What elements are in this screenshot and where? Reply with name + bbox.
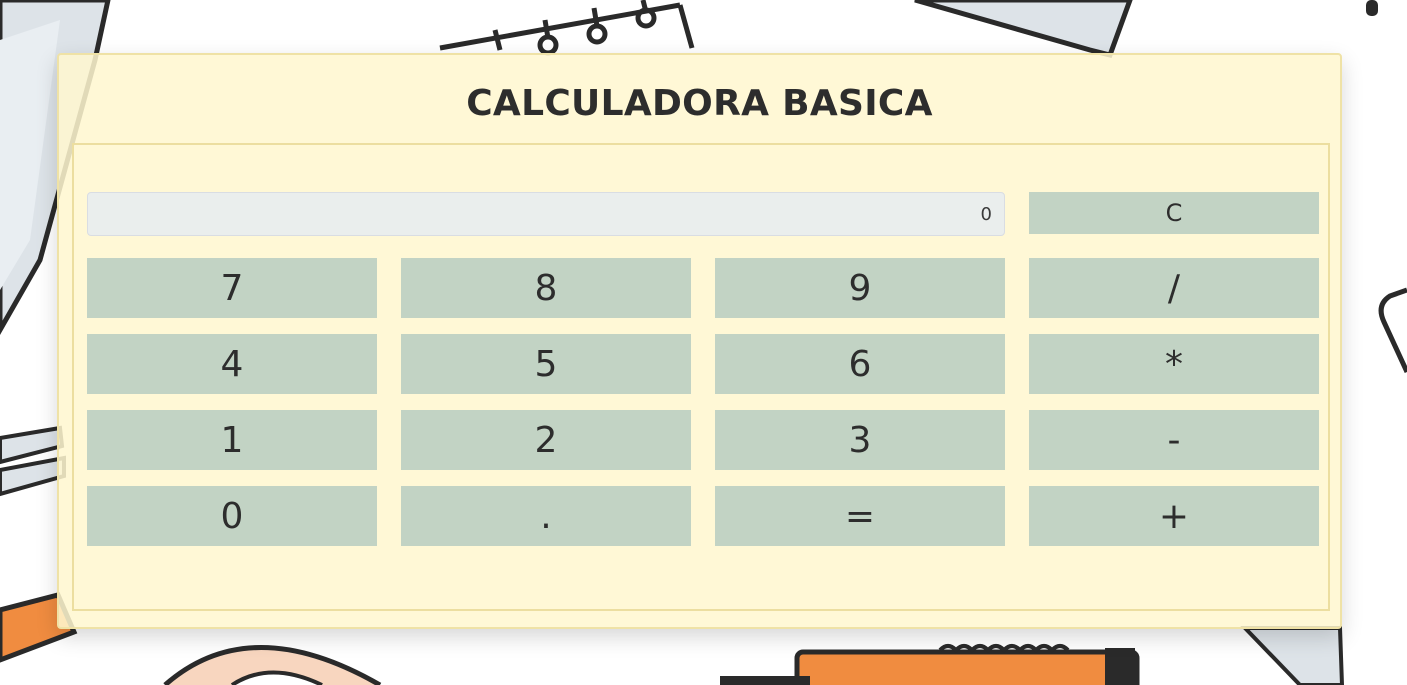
clear-button[interactable]: C — [1029, 192, 1319, 234]
result-display[interactable] — [87, 192, 1005, 236]
decimal-button[interactable]: . — [401, 486, 691, 546]
digit-5-button[interactable]: 5 — [401, 334, 691, 394]
digit-4-button[interactable]: 4 — [87, 334, 377, 394]
pen-doodle — [1366, 0, 1378, 16]
ruler-doodle — [1240, 626, 1345, 685]
divide-button[interactable]: / — [1029, 258, 1319, 318]
digit-6-button[interactable]: 6 — [715, 334, 1005, 394]
digit-9-button[interactable]: 9 — [715, 258, 1005, 318]
tape-doodle — [163, 645, 382, 685]
digit-2-button[interactable]: 2 — [401, 410, 691, 470]
add-button[interactable]: + — [1029, 486, 1319, 546]
digit-7-button[interactable]: 7 — [87, 258, 377, 318]
calculator-title: CALCULADORA BASICA — [466, 83, 933, 124]
calculator-card: CALCULADORA BASICA C 7 8 9 / 4 5 6 * 1 2… — [57, 53, 1342, 629]
paper-doodle — [914, 0, 1133, 58]
multiply-button[interactable]: * — [1029, 334, 1319, 394]
clip-doodle — [1378, 287, 1407, 374]
subtract-button[interactable]: - — [1029, 410, 1319, 470]
digit-3-button[interactable]: 3 — [715, 410, 1005, 470]
digit-0-button[interactable]: 0 — [87, 486, 377, 546]
equals-button[interactable]: = — [715, 486, 1005, 546]
digit-8-button[interactable]: 8 — [401, 258, 691, 318]
digit-1-button[interactable]: 1 — [87, 410, 377, 470]
calculator-body: C 7 8 9 / 4 5 6 * 1 2 3 - 0 . = + — [72, 143, 1330, 611]
marker-doodle — [720, 644, 1140, 685]
notebook-doodle — [439, 0, 695, 56]
